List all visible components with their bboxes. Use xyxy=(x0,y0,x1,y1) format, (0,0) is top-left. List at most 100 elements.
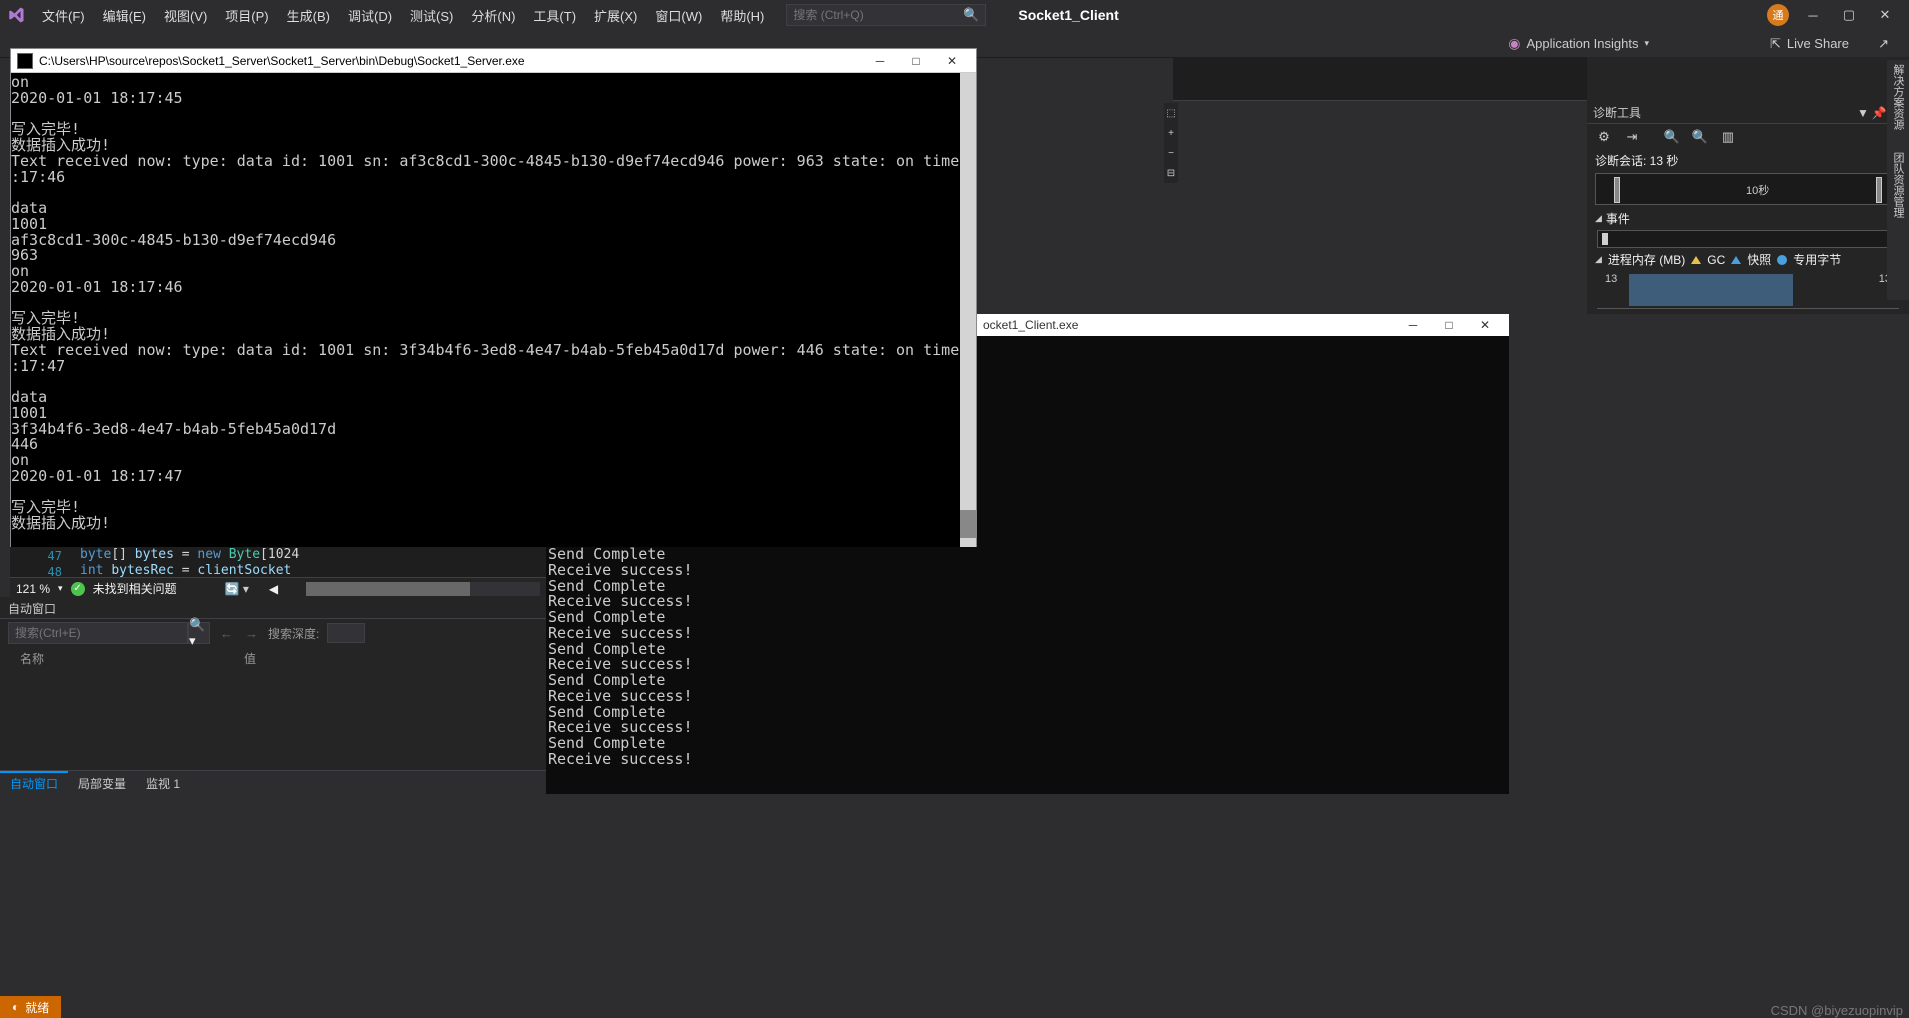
live-share-button[interactable]: ⇱ Live Share xyxy=(1770,36,1849,52)
autos-panel-title: 自动窗口 xyxy=(0,597,546,619)
gc-legend-icon xyxy=(1691,256,1701,264)
tab-locals[interactable]: 局部变量 xyxy=(68,771,136,794)
issues-label: 未找到相关问题 xyxy=(93,580,177,597)
diagnostics-header[interactable]: 诊断工具 ▼ 📌 ✕ xyxy=(1587,102,1909,124)
window-maximize-icon[interactable]: ▢ xyxy=(1837,3,1861,27)
collapse-icon: ◢ xyxy=(1595,213,1602,224)
right-edge-tool-wells: 解决方案资源 团队资源管理 xyxy=(1887,60,1909,300)
quick-search-input[interactable] xyxy=(793,8,963,22)
console-maximize-icon[interactable]: □ xyxy=(898,51,934,71)
menu-edit[interactable]: 编辑(E) xyxy=(95,3,154,28)
horizontal-scrollbar[interactable] xyxy=(306,582,540,596)
editor-gutter: 47 48 xyxy=(10,547,80,581)
menu-view[interactable]: 视图(V) xyxy=(156,3,215,28)
share-icon: ⇱ xyxy=(1770,36,1781,52)
menu-file[interactable]: 文件(F) xyxy=(34,3,93,28)
client-close-icon[interactable]: ✕ xyxy=(1467,315,1503,335)
timeline-marker-start[interactable] xyxy=(1614,177,1620,203)
console-minimize-icon[interactable]: ─ xyxy=(862,51,898,71)
editor-status-bar: 121 % ▾ ✓ 未找到相关问题 🔄 ▾ ◀ xyxy=(10,577,546,599)
code-editor-fragment[interactable]: 47 48 byte[] bytes = new Byte[1024 int b… xyxy=(10,547,546,581)
server-console-titlebar[interactable]: C:\Users\HP\source\repos\Socket1_Server\… xyxy=(11,49,976,73)
autos-depth-combo[interactable] xyxy=(327,623,365,643)
autos-col-name[interactable]: 名称 xyxy=(20,650,44,666)
timeline-marker-end[interactable] xyxy=(1876,177,1882,203)
status-bar: ◐ 就绪 xyxy=(0,996,546,1018)
autos-next-icon[interactable]: → xyxy=(243,624,260,643)
menu-project[interactable]: 项目(P) xyxy=(217,3,276,28)
menubar-right: 通 ─ ▢ ✕ xyxy=(1767,3,1905,27)
autos-search-input[interactable] xyxy=(8,622,188,644)
client-minimize-icon[interactable]: ─ xyxy=(1395,315,1431,335)
menu-window[interactable]: 窗口(W) xyxy=(647,3,710,28)
zoom-percent[interactable]: 121 % xyxy=(16,582,50,596)
autos-search-button[interactable]: 🔍▾ xyxy=(188,622,210,644)
private-bytes-legend-icon xyxy=(1777,255,1787,265)
team-explorer-tab[interactable]: 团队资源管理 xyxy=(1890,152,1906,218)
tab-watch1[interactable]: 监视 1 xyxy=(136,771,190,794)
minus-icon[interactable]: − xyxy=(1168,148,1174,159)
maximize-button-icon[interactable]: ⬚ xyxy=(1166,108,1175,119)
client-console-title: ocket1_Client.exe xyxy=(983,318,1078,332)
nav-back-icon[interactable]: 🔄 ▾ xyxy=(225,582,249,596)
app-insights-button[interactable]: ◉ Application Insights ▾ xyxy=(1508,35,1649,52)
diagnostics-toolbar: ⚙ ⇥ 🔍 🔍 ▥ xyxy=(1587,124,1909,150)
live-share-label: Live Share xyxy=(1787,36,1849,51)
zoom-in-icon[interactable]: 🔍 xyxy=(1663,128,1681,146)
tracking-icon[interactable]: ⊟ xyxy=(1167,168,1175,179)
tab-autos[interactable]: 自动窗口 xyxy=(0,771,68,794)
check-icon: ✓ xyxy=(71,582,85,596)
diag-pin-icon[interactable]: 📌 xyxy=(1871,105,1887,121)
menu-analyze[interactable]: 分析(N) xyxy=(463,3,523,28)
memory-chart-area xyxy=(1629,274,1793,306)
event-marker xyxy=(1602,233,1608,245)
send-feedback-icon[interactable]: ↗ xyxy=(1878,36,1889,52)
quick-search-box[interactable]: 🔍 xyxy=(786,4,986,26)
solution-explorer-tab[interactable]: 解决方案资源 xyxy=(1890,64,1906,130)
gear-icon[interactable]: ⚙ xyxy=(1595,128,1613,146)
dropdown-icon: ▾ xyxy=(1644,38,1649,49)
client-maximize-icon[interactable]: □ xyxy=(1431,315,1467,335)
server-console-title-path: C:\Users\HP\source\repos\Socket1_Server\… xyxy=(39,54,862,68)
snapshot-legend-label: 快照 xyxy=(1747,251,1771,268)
window-close-icon[interactable]: ✕ xyxy=(1873,3,1897,27)
editor-code-lines[interactable]: byte[] bytes = new Byte[1024 int bytesRe… xyxy=(80,547,546,581)
menu-tools[interactable]: 工具(T) xyxy=(525,3,584,28)
diag-dropdown-icon[interactable]: ▼ xyxy=(1855,105,1871,121)
console-scrollbar-thumb[interactable] xyxy=(960,510,976,538)
nav-left-icon[interactable]: ◀ xyxy=(269,582,278,596)
diagnostics-timeline[interactable]: 10秒 xyxy=(1595,173,1901,205)
menu-debug[interactable]: 调试(D) xyxy=(340,3,400,28)
autos-col-value[interactable]: 值 xyxy=(244,650,256,666)
vs-logo-icon xyxy=(4,3,28,27)
plus-icon[interactable]: + xyxy=(1168,128,1174,139)
menu-extensions[interactable]: 扩展(X) xyxy=(586,3,645,28)
client-console-titlebar[interactable]: ocket1_Client.exe ─ □ ✕ xyxy=(977,314,1509,336)
menu-build[interactable]: 生成(B) xyxy=(279,3,338,28)
export-icon[interactable]: ⇥ xyxy=(1623,128,1641,146)
memory-section-header[interactable]: ◢ 进程内存 (MB) GC 快照 专用字节 xyxy=(1587,248,1909,271)
events-track[interactable] xyxy=(1597,230,1899,248)
memory-value-left: 13 xyxy=(1605,273,1617,285)
console-close-icon[interactable]: ✕ xyxy=(934,51,970,71)
autos-depth-label: 搜索深度: xyxy=(268,625,319,642)
cmd-icon xyxy=(17,53,33,69)
zoom-out-icon[interactable]: 🔍 xyxy=(1691,128,1709,146)
client-console-body[interactable] xyxy=(977,336,1509,794)
memory-icon[interactable]: ▥ xyxy=(1719,128,1737,146)
user-avatar[interactable]: 通 xyxy=(1767,4,1789,26)
window-minimize-icon[interactable]: ─ xyxy=(1801,3,1825,27)
events-section-header[interactable]: ◢ 事件 xyxy=(1587,207,1909,230)
server-console-content[interactable]: on 2020-01-01 18:17:45 写入完毕! 数据插入成功! Tex… xyxy=(11,73,976,548)
zoom-dropdown-icon[interactable]: ▾ xyxy=(58,583,63,594)
private-bytes-legend-label: 专用字节 xyxy=(1793,251,1841,268)
search-icon: 🔍 xyxy=(963,7,979,23)
console-scrollbar-track[interactable] xyxy=(960,73,976,548)
menu-test[interactable]: 测试(S) xyxy=(402,3,461,28)
memory-chart[interactable]: 13 13 xyxy=(1597,271,1899,309)
snapshot-legend-icon xyxy=(1731,256,1741,264)
menu-help[interactable]: 帮助(H) xyxy=(712,3,772,28)
autos-prev-icon[interactable]: ← xyxy=(218,624,235,643)
server-console-window: C:\Users\HP\source\repos\Socket1_Server\… xyxy=(10,48,977,548)
collapse-icon: ◢ xyxy=(1595,254,1602,265)
